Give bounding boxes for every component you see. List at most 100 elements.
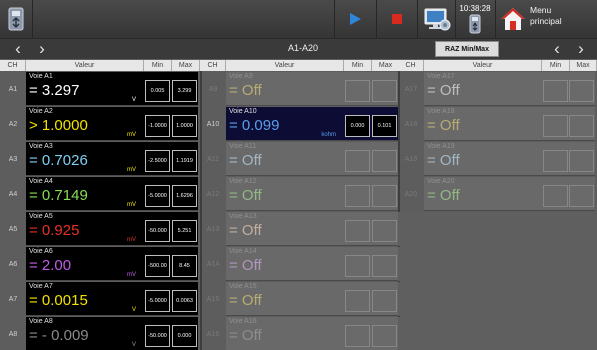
min-value [543,80,568,102]
max-value: 8.45 [172,255,197,277]
col-header-ch: CH [398,60,424,71]
main-menu-button[interactable]: Menu principal [496,2,594,36]
channel-name: Voie A13 [229,213,257,220]
channel-value-cell[interactable]: Voie A14 = Off [226,247,398,281]
channel-value-cell[interactable]: Voie A20 = Off [424,177,595,211]
max-value [372,290,397,312]
channel-reading: = Off [427,152,460,169]
channel-reading: = Off [229,222,262,239]
min-value: -5.0000 [145,185,170,207]
max-value: 0.101 [372,115,397,137]
channel-name: Voie A2 [29,108,53,115]
channel-label: A17 [404,85,418,93]
clock-time: 10:38:28 [459,4,491,13]
max-value [372,255,397,277]
channel-label: A11 [207,155,219,163]
min-value [345,255,370,277]
channel-reading: = Off [229,82,262,99]
channel-label: A1 [8,85,18,93]
channel-reading: = - 0.009 [29,327,89,344]
channel-value-cell[interactable]: Voie A15 = Off [226,282,398,316]
clock-status: 10:38:28 [457,2,493,36]
channel-value-cell[interactable]: Voie A8 = - 0.009 V -50.000 0.000 [26,317,198,350]
channel-name: Voie A18 [427,108,455,115]
empty-row [398,282,597,316]
min-value: -50.000 [145,220,170,242]
max-value [372,220,397,242]
channel-value-cell[interactable]: Voie A4 = 0.7149 mV -5.0000 1.6296 [26,177,198,211]
channel-name: Voie A20 [427,178,455,185]
channel-value-cell[interactable]: Voie A7 = 0.0015 V -5.0000 0.0063 [26,282,198,316]
channel-value-cell[interactable]: Voie A2 > 1.0000 mV -1.0000 1.0000 [26,107,198,141]
col-header-ch: CH [200,60,226,71]
channel-value-cell[interactable]: Voie A1 = 3.297 V 0.005 3.299 [26,72,198,106]
channel-label: A6 [8,260,18,268]
channel-value-cell[interactable]: Voie A16 = Off [226,317,398,350]
channel-value-cell[interactable]: Voie A11 = Off [226,142,398,176]
reset-min-max-button[interactable]: RAZ Min/Max [435,41,499,57]
menu-label: Menu principal [530,5,562,27]
col-header-ch: CH [0,60,26,71]
channel-value-cell[interactable]: Voie A10 = 0.099 kohm 0.000 0.101 [226,107,398,141]
channel-name: Voie A5 [29,213,53,220]
channel-name: Voie A12 [229,178,257,185]
col-header-max: Max [570,60,597,71]
channel-name: Voie A3 [29,143,53,150]
max-value [372,185,397,207]
col-header-min: Min [542,60,570,71]
play-button[interactable] [338,2,372,36]
channel-value-cell[interactable]: Voie A19 = Off [424,142,595,176]
channel-value-cell[interactable]: Voie A13 = Off [226,212,398,246]
chevron-right-icon[interactable]: › [573,40,589,58]
channel-unit: mV [127,167,136,173]
min-value [345,325,370,347]
max-value: 0.0063 [172,290,197,312]
channel-value-cell[interactable]: Voie A9 = Off [226,72,398,106]
min-value [345,185,370,207]
max-value [372,325,397,347]
usb-drive-icon[interactable] [4,2,28,36]
channel-label: A3 [8,155,18,163]
channel-label: A5 [8,225,18,233]
chevron-left-icon[interactable]: ‹ [10,40,26,58]
col-header-valeur: Valeur [26,60,144,71]
channel-value-cell[interactable]: Voie A5 = 0.925 mV -50.000 5.251 [26,212,198,246]
channel-reading: = 0.7149 [29,187,88,204]
channel-unit: V [131,97,136,103]
display-settings-button[interactable] [420,2,454,36]
channel-label: A19 [404,155,418,163]
col-header-max: Max [372,60,400,71]
channel-name: Voie A8 [29,318,53,325]
home-icon [501,8,525,30]
channel-value-cell[interactable]: Voie A18 = Off [424,107,595,141]
max-value [372,150,397,172]
channel-reading: = 0.0015 [29,292,88,309]
channel-value-cell[interactable]: Voie A6 = 2.00 mV -500.00 8.45 [26,247,198,281]
min-value [345,80,370,102]
col-header-min: Min [344,60,372,71]
channel-value-cell[interactable]: Voie A17 = Off [424,72,595,106]
channel-unit: mV [127,202,136,208]
channel-value-cell[interactable]: Voie A12 = Off [226,177,398,211]
empty-row [398,317,597,350]
nav-bar: ‹ › A1-A20 RAZ Min/Max ‹ › [0,38,597,59]
channel-label: A14 [206,260,220,268]
record-button[interactable] [380,2,414,36]
channel-reading: = 0.925 [29,222,80,239]
channel-reading: = Off [427,187,460,204]
max-value [569,115,594,137]
top-toolbar: 10:38:28 Menu principal [0,0,597,38]
monitor-icon [424,8,451,31]
channel-value-cell[interactable]: Voie A3 = 0.7026 mV -2.5000 1.1919 [26,142,198,176]
menu-label-line2: principal [530,16,562,26]
channel-label: A20 [404,190,418,198]
channel-unit: V [131,342,136,348]
chevron-right-icon[interactable]: › [34,40,50,58]
channel-reading: = Off [229,187,262,204]
min-value [543,185,568,207]
chevron-left-icon[interactable]: ‹ [549,40,565,58]
channel-label: A8 [8,330,18,338]
channel-reading: = Off [427,82,460,99]
channel-unit: mV [127,237,136,243]
channel-reading: = Off [229,292,262,309]
